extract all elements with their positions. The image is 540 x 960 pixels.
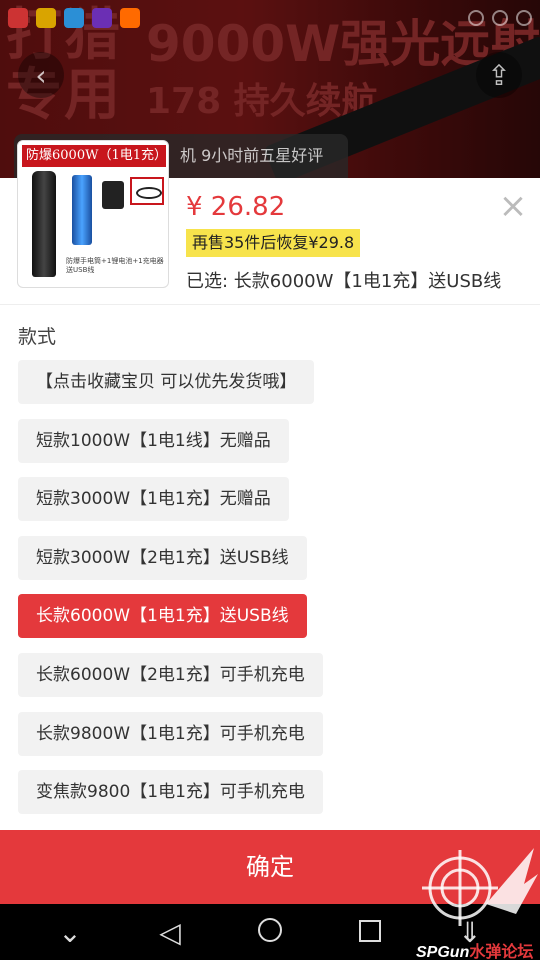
promo-badge: 再售35件后恢复¥29.8 [186,229,361,257]
option-button[interactable]: 变焦款9800【1电1充】可手机充电 [18,770,323,815]
product-thumbnail: 防爆6000W（1电1充） 防爆手电筒+1锂电池+1充电器 送USB线 [17,140,169,288]
store-icon [92,8,112,28]
close-icon: × [498,186,528,226]
chevron-down-icon[interactable]: ⌄ [42,916,98,949]
option-button[interactable]: 【点击收藏宝贝 可以优先发货哦】 [18,360,315,404]
price: ¥ 26.82 [186,192,286,222]
review-prefix: 机 [180,146,197,165]
sku-sheet: 防爆6000W（1电1充） 防爆手电筒+1锂电池+1充电器 送USB线 ¥ 26… [0,140,540,830]
flashlight-icon [32,171,56,277]
back-button[interactable]: ‹ [18,52,64,98]
option-button[interactable]: 短款3000W【1电1充】无赠品 [18,477,289,522]
signal-icon [468,10,484,26]
browser-icon [64,8,84,28]
option-button-selected[interactable]: 长款6000W【1电1充】送USB线 [18,594,307,639]
review-snippet: 9小时前五星好评 [201,146,324,165]
taobao-icon [120,8,140,28]
option-list: 【点击收藏宝贝 可以优先发货哦】 短款1000W【1电1线】无赠品 短款3000… [18,360,528,829]
battery-image [72,175,92,245]
confirm-button[interactable]: 确定 [0,830,540,904]
download-icon[interactable]: ⇓ [442,916,498,949]
status-bar [0,0,540,36]
share-icon: ⇪ [487,58,511,92]
back-triangle-icon[interactable]: ◁ [142,916,198,949]
chevron-left-icon: ‹ [35,58,47,92]
option-button[interactable]: 长款9800W【1电1充】可手机充电 [18,711,323,756]
selected-variant: 已选: 长款6000W【1电1充】送USB线 [186,271,502,292]
close-button[interactable]: × [498,189,528,223]
thumb-title: 防爆6000W（1电1充） [22,145,167,167]
section-label-style: 款式 [18,326,57,348]
share-button[interactable]: ⇪ [476,52,522,98]
charger-image [102,181,124,209]
home-circle-icon[interactable] [242,916,298,949]
usb-cable-image [130,177,164,205]
app-icon [36,8,56,28]
option-button[interactable]: 短款3000W【2电1充】送USB线 [18,535,307,580]
recents-square-icon[interactable] [342,916,398,949]
wifi-icon [492,10,508,26]
battery-icon [516,10,532,26]
option-button[interactable]: 长款6000W【2电1充】可手机充电 [18,652,323,697]
divider [0,304,540,305]
system-nav-bar: ⌄ ◁ ⇓ [0,904,540,960]
notification-icon [8,8,28,28]
thumb-caption: 防爆手电筒+1锂电池+1充电器 送USB线 [66,257,164,274]
option-button[interactable]: 短款1000W【1电1线】无赠品 [18,418,289,463]
